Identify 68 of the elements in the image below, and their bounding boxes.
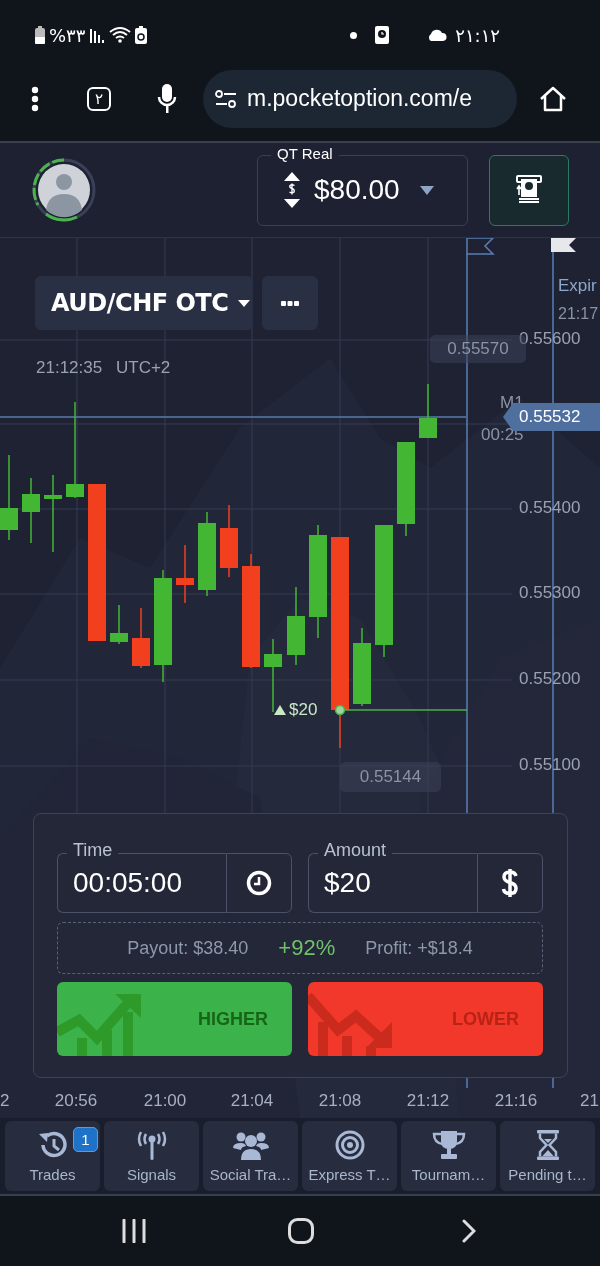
candle <box>132 608 150 668</box>
more-button[interactable] <box>262 276 318 330</box>
time-axis-label: 21:16 <box>493 1091 539 1111</box>
tune-icon[interactable] <box>215 89 237 108</box>
home-icon[interactable] <box>288 1218 314 1244</box>
time-axis-label: 21:04 <box>229 1091 275 1111</box>
nav-tab[interactable]: Trades 1 <box>5 1121 100 1191</box>
flag-icon <box>466 238 495 255</box>
triangle-up-icon <box>274 705 286 715</box>
expiration-time: 21:17 <box>558 305 599 323</box>
microphone-icon[interactable] <box>157 83 177 114</box>
cash-icon <box>516 175 542 205</box>
candle <box>419 384 437 438</box>
caret-icon <box>238 299 251 307</box>
battery-saver-icon <box>135 26 148 44</box>
menu-icon[interactable] <box>31 85 39 112</box>
cloud-icon <box>427 29 448 41</box>
status-time: ۲۱:۱۲ <box>455 24 500 46</box>
time-axis-label: 20:56 <box>53 1091 99 1111</box>
tab-count-button[interactable]: ۲ <box>87 86 111 111</box>
asset-selector[interactable]: AUD/CHF OTC <box>35 276 253 330</box>
trophy-icon <box>431 1129 466 1160</box>
time-axis-label: 21:12 <box>405 1091 451 1111</box>
battery-percent: %۳۳ <box>49 24 86 46</box>
nav-tab[interactable]: Tournam… <box>401 1121 496 1191</box>
cash-button[interactable] <box>489 154 569 226</box>
time-axis-label: 2 <box>0 1091 10 1111</box>
payout-text: Payout: $38.40 <box>127 937 249 959</box>
profit-text: Profit: +$18.4 <box>365 937 473 959</box>
dollar-button[interactable] <box>477 853 543 913</box>
recent-apps-icon[interactable] <box>121 1219 147 1243</box>
expiration-label: Expir <box>558 276 597 296</box>
dollar-icon <box>501 868 519 898</box>
caret-icon <box>419 185 434 195</box>
hourglass-icon <box>535 1129 560 1160</box>
nav-tab[interactable]: Signals <box>104 1121 199 1191</box>
nav-tab[interactable]: Express T… <box>302 1121 397 1191</box>
nav-tab[interactable]: Pending t… <box>500 1121 595 1191</box>
time-axis-label: 21 <box>580 1091 599 1111</box>
clock-icon <box>246 870 272 896</box>
timezone-label: UTC+2 <box>116 358 171 378</box>
chart-clock: 21:12:35 <box>36 358 103 378</box>
nav-tab[interactable]: Social Tra… <box>203 1121 298 1191</box>
low-price-label: 0.55144 <box>340 762 441 792</box>
candle <box>220 505 238 577</box>
candle <box>22 478 40 543</box>
target-icon <box>334 1129 365 1160</box>
trade-amount-marker: $20 <box>289 700 318 720</box>
balance-amount: $80.00 <box>314 174 400 206</box>
more-icon <box>281 300 299 306</box>
wifi-icon <box>109 26 132 44</box>
dollar-arrows-icon <box>284 172 300 208</box>
count-badge: 1 <box>73 1127 98 1152</box>
url-text: m.pocketoption.com/e <box>247 85 472 112</box>
dot-icon <box>350 31 358 39</box>
url-field[interactable]: m.pocketoption.com/e <box>203 69 517 128</box>
clock-card-icon <box>375 26 390 44</box>
battery-icon <box>35 26 45 44</box>
forward-icon[interactable] <box>462 1219 476 1243</box>
time-axis-label: 21:08 <box>317 1091 363 1111</box>
avatar-icon[interactable] <box>32 158 96 222</box>
payout-percent: +92% <box>278 935 336 961</box>
candle <box>110 605 128 644</box>
signal-icon <box>89 27 106 43</box>
time-axis-label: 21:00 <box>142 1091 188 1111</box>
clock-button[interactable] <box>226 853 292 913</box>
antenna-icon <box>135 1129 168 1160</box>
candle <box>176 545 194 603</box>
